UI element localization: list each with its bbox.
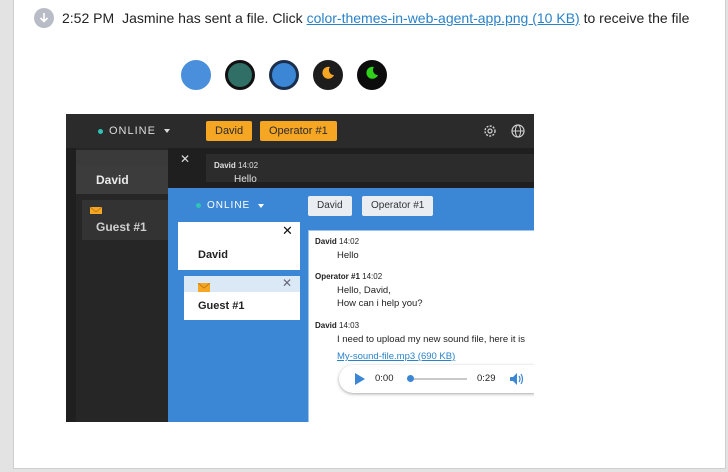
light-status: ONLINE — [196, 200, 265, 211]
theme-swatch-dark-orange-moon[interactable] — [313, 60, 343, 90]
audio-player: 0:00 0:29 — [339, 365, 534, 393]
gear-icon — [482, 123, 498, 144]
moon-icon — [364, 65, 380, 86]
close-icon: ✕ — [282, 223, 293, 238]
msg-meta: David 14:03 — [315, 321, 360, 330]
msg-meta: Operator #1 14:02 — [315, 272, 383, 281]
dark-search-bar: ✕ — [76, 150, 190, 166]
message-time: 2:52 PM — [62, 10, 115, 26]
light-tab-david: David — [308, 196, 352, 216]
msg-meta: David 14:02 — [315, 237, 360, 246]
file-transfer-message: 2:52 PM Jasmine has sent a file. Click c… — [34, 8, 689, 28]
dark-contact-guest: Guest #1 — [82, 214, 168, 240]
msg-text: Hello — [337, 250, 359, 261]
light-tab-operator: Operator #1 — [362, 196, 434, 216]
light-chat-area: David 14:02 Hello Operator #1 14:02 Hell… — [308, 230, 534, 422]
moon-icon — [320, 65, 336, 86]
message-text-end: to receive the file — [583, 10, 690, 26]
light-contact-david: David — [178, 240, 300, 270]
dark-status-label: ONLINE — [109, 125, 156, 137]
light-guest-header: ✕ — [184, 276, 300, 292]
dark-msg-meta: David 14:02 — [214, 161, 259, 170]
chevron-down-icon — [258, 203, 265, 208]
online-dot — [98, 128, 103, 134]
globe-icon — [510, 123, 526, 144]
chat-panel: 2:52 PM Jasmine has sent a file. Click c… — [13, 0, 726, 469]
light-search-bar: ✕ — [178, 222, 300, 241]
player-thumb — [407, 375, 414, 382]
close-icon: ✕ — [180, 152, 191, 166]
attachment-link: My-sound-file.mp3 (690 KB) — [337, 351, 456, 362]
chevron-down-icon — [163, 129, 170, 133]
theme-swatch-blue[interactable] — [181, 60, 211, 90]
dark-sidebar: ✕ David Guest #1 — [76, 148, 190, 422]
player-duration: 0:29 — [477, 373, 496, 384]
light-sidebar: ✕ David ✕ Guest #1 — [178, 222, 300, 422]
light-status-label: ONLINE — [207, 200, 251, 211]
theme-swatch-teal[interactable] — [225, 60, 255, 90]
online-dot — [196, 203, 201, 208]
theme-swatch-blue-dark-ring[interactable] — [269, 60, 299, 90]
msg-text: Hello, David, — [337, 285, 391, 296]
file-link[interactable]: color-themes-in-web-agent-app.png (10 KB… — [307, 10, 580, 26]
msg-text: I need to upload my new sound file, here… — [337, 334, 526, 345]
dark-tab-operator: Operator #1 — [260, 121, 337, 141]
close-icon: ✕ — [282, 276, 293, 290]
play-icon — [355, 373, 365, 385]
dark-tab-david: David — [206, 121, 253, 141]
light-contact-guest: Guest #1 — [184, 292, 300, 320]
theme-swatches — [181, 60, 401, 90]
download-icon[interactable] — [34, 8, 54, 28]
dark-msg-text: Hello — [234, 174, 257, 185]
dark-status: ONLINE — [98, 125, 170, 137]
dark-contact-david: David — [76, 166, 168, 194]
theme-swatch-dark-green-moon[interactable] — [357, 60, 387, 90]
volume-icon — [509, 372, 525, 391]
theme-preview-image: ONLINE David Operator #1 ✕ David Guest #… — [66, 114, 534, 422]
msg-text: How can i help you? — [337, 298, 423, 309]
message-text: Jasmine has sent a file. Click — [122, 10, 303, 26]
dark-guest-header — [82, 200, 168, 216]
light-theme-window: ONLINE David Operator #1 ✕ David ✕ Guest… — [168, 188, 534, 422]
player-track — [409, 378, 467, 380]
player-current-time: 0:00 — [375, 373, 394, 384]
